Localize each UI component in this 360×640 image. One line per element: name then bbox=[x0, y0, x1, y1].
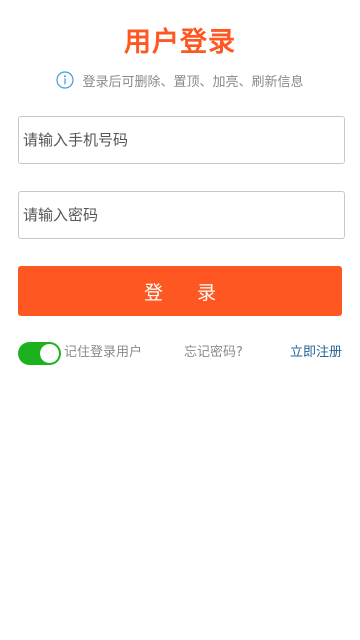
remember-label: 记住登录用户 bbox=[64, 345, 143, 360]
register-link[interactable]: 立即注册 bbox=[290, 344, 342, 362]
forgot-password-link[interactable]: 忘记密码? bbox=[184, 344, 243, 362]
page-title: 用户登录 bbox=[124, 27, 236, 58]
phone-field[interactable] bbox=[18, 116, 345, 164]
remember-toggle[interactable] bbox=[18, 342, 61, 365]
login-options: 记住登录用户 忘记密码? 立即注册 bbox=[18, 341, 342, 365]
toggle-knob bbox=[40, 344, 59, 363]
login-hint-text: 登录后可删除、置顶、加亮、刷新信息 bbox=[82, 74, 304, 90]
login-button[interactable]: 登 录 bbox=[18, 266, 342, 316]
password-input[interactable] bbox=[19, 192, 344, 238]
password-field[interactable] bbox=[18, 191, 345, 239]
login-hint: 登录后可删除、置顶、加亮、刷新信息 bbox=[0, 69, 360, 91]
info-icon bbox=[56, 71, 75, 89]
phone-input[interactable] bbox=[19, 117, 344, 163]
